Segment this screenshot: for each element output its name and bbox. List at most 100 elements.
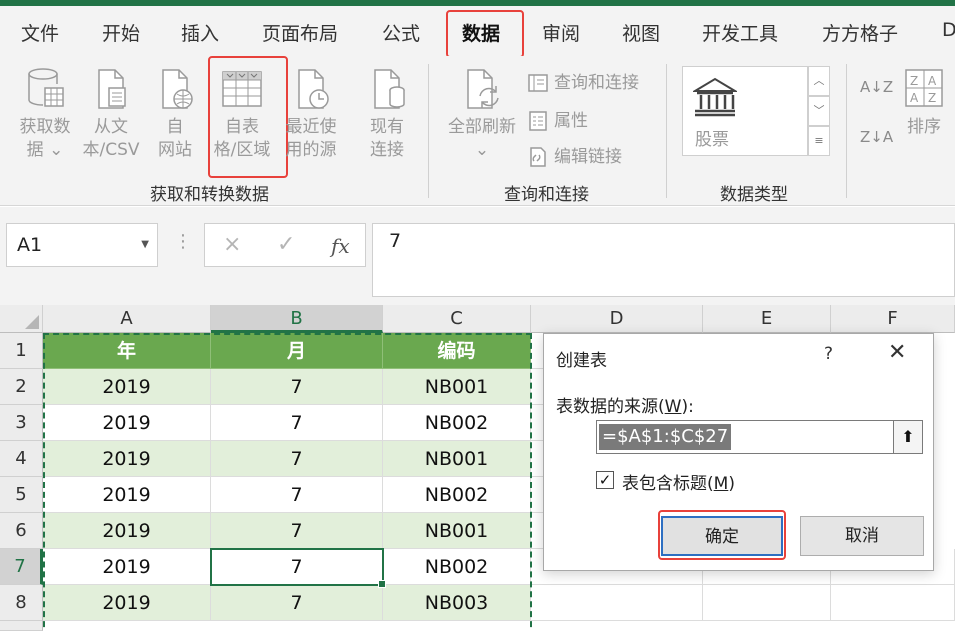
edit-links-button[interactable]: 编辑链接 — [528, 142, 622, 167]
from-web-label-1: 自 — [166, 117, 184, 137]
cell-c3[interactable]: NB002 — [383, 405, 531, 441]
column-header-f[interactable]: F — [831, 305, 955, 333]
cell-a3[interactable]: 2019 — [43, 405, 211, 441]
row-header-6[interactable]: 6 — [0, 513, 43, 549]
cell-b6[interactable]: 7 — [211, 513, 383, 549]
cell-c4[interactable]: NB001 — [383, 441, 531, 477]
tab-home[interactable]: 开始 — [102, 19, 140, 46]
cancel-formula-icon[interactable]: × — [223, 232, 241, 257]
cell-b7[interactable]: 7 — [211, 549, 383, 585]
get-data-button[interactable]: 获取数 据 ⌄ — [12, 66, 78, 162]
tab-page-layout[interactable]: 页面布局 — [262, 19, 338, 46]
cell-c1[interactable]: 编码 — [383, 333, 531, 369]
enter-formula-icon[interactable]: ✓ — [277, 232, 295, 257]
cell-b2[interactable]: 7 — [211, 369, 383, 405]
tab-view[interactable]: 视图 — [622, 19, 660, 46]
tab-insert[interactable]: 插入 — [181, 19, 219, 46]
column-header-d[interactable]: D — [531, 305, 703, 333]
name-box-dropdown-icon[interactable]: ▼ — [141, 224, 149, 266]
cell-a4[interactable]: 2019 — [43, 441, 211, 477]
has-headers-accesskey: M — [713, 474, 729, 494]
tab-formulas[interactable]: 公式 — [382, 19, 420, 46]
cell-a6[interactable]: 2019 — [43, 513, 211, 549]
column-header-c[interactable]: C — [383, 305, 531, 333]
formula-bar-grip-icon[interactable]: ⋮ — [174, 231, 192, 252]
cell-c8[interactable]: NB003 — [383, 585, 531, 621]
cell-e8[interactable] — [703, 585, 831, 621]
refresh-all-button[interactable]: 全部刷新 ⌄ — [440, 66, 524, 162]
queries-connections-button[interactable]: 查询和连接 — [528, 68, 639, 93]
recent-sources-button[interactable]: 最近使 用的源 — [280, 66, 342, 162]
close-icon[interactable]: ✕ — [888, 340, 906, 365]
data-types-gallery[interactable]: 股票 — [682, 66, 808, 156]
row-header-2[interactable]: 2 — [0, 369, 43, 405]
has-headers-label[interactable]: 表包含标题(M) — [622, 469, 735, 494]
edit-links-icon — [530, 147, 546, 167]
cell-b3[interactable]: 7 — [211, 405, 383, 441]
properties-button[interactable]: 属性 — [528, 106, 588, 131]
from-table-highlight — [208, 56, 288, 178]
tab-fangfang[interactable]: 方方格子 — [822, 19, 898, 46]
tab-overflow[interactable]: D — [942, 19, 955, 41]
cell-b5[interactable]: 7 — [211, 477, 383, 513]
formula-bar: A1 ▼ ⋮ × ✓ fx 7 — [0, 207, 955, 305]
cell-c7[interactable]: NB002 — [383, 549, 531, 585]
row-header-9[interactable] — [0, 621, 43, 631]
cell-b1[interactable]: 月 — [211, 333, 383, 369]
column-header-e[interactable]: E — [703, 305, 831, 333]
cell-b8[interactable]: 7 — [211, 585, 383, 621]
ok-button[interactable]: 确定 — [661, 516, 783, 556]
from-web-button[interactable]: 自 网站 — [144, 66, 206, 162]
collapse-dialog-icon[interactable]: ⬆ — [893, 420, 923, 454]
tab-file[interactable]: 文件 — [21, 19, 59, 46]
properties-label: 属性 — [554, 111, 588, 131]
gallery-down-icon[interactable]: ﹀ — [808, 96, 830, 126]
tab-developer[interactable]: 开发工具 — [702, 19, 778, 46]
cell-c6[interactable]: NB001 — [383, 513, 531, 549]
tab-review[interactable]: 审阅 — [542, 19, 580, 46]
row-header-7[interactable]: 7 — [0, 549, 43, 585]
gallery-scroll[interactable]: ︿ ﹀ ≡ — [808, 66, 830, 156]
sort-za-button[interactable]: Z↓A — [860, 128, 893, 146]
formula-input[interactable]: 7 — [372, 223, 955, 297]
cell-d8[interactable] — [531, 585, 703, 621]
from-text-csv-button[interactable]: 从文 本/CSV — [78, 66, 144, 162]
cell-c2[interactable]: NB001 — [383, 369, 531, 405]
group-label-data-types: 数据类型 — [720, 185, 788, 205]
cell-f8[interactable] — [831, 585, 955, 621]
help-icon[interactable]: ? — [824, 344, 833, 364]
svg-text:Z: Z — [928, 91, 936, 105]
row-header-1[interactable]: 1 — [0, 333, 43, 369]
svg-text:Z: Z — [910, 74, 918, 88]
existing-connections-button[interactable]: 现有 连接 — [356, 66, 418, 162]
source-label-text: 表数据的来源( — [556, 397, 665, 417]
insert-function-icon[interactable]: fx — [331, 234, 350, 258]
sort-button[interactable]: Z A A Z 排序 — [898, 66, 950, 139]
group-separator — [846, 64, 847, 198]
from-web-label-2: 网站 — [158, 140, 192, 160]
cell-a1[interactable]: 年 — [43, 333, 211, 369]
cancel-button[interactable]: 取消 — [800, 516, 924, 556]
column-header-a[interactable]: A — [43, 305, 211, 333]
cell-a5[interactable]: 2019 — [43, 477, 211, 513]
cell-c5[interactable]: NB002 — [383, 477, 531, 513]
row-header-3[interactable]: 3 — [0, 405, 43, 441]
gallery-up-icon[interactable]: ︿ — [808, 66, 830, 96]
cell-a7[interactable]: 2019 — [43, 549, 211, 585]
name-box[interactable]: A1 ▼ — [6, 223, 158, 267]
gallery-more-icon[interactable]: ≡ — [808, 126, 830, 156]
sort-grid-icon: Z A A Z — [905, 69, 943, 107]
row-header-5[interactable]: 5 — [0, 477, 43, 513]
stocks-label: 股票 — [695, 130, 729, 150]
cell-a8[interactable]: 2019 — [43, 585, 211, 621]
has-headers-checkbox[interactable]: ✓ — [596, 471, 614, 489]
range-input[interactable]: =$A$1:$C$27 — [596, 420, 894, 454]
cell-a2[interactable]: 2019 — [43, 369, 211, 405]
sort-az-button[interactable]: A↓Z — [860, 78, 893, 96]
column-header-b[interactable]: B — [211, 305, 383, 333]
select-all-corner[interactable] — [0, 305, 43, 333]
row-header-4[interactable]: 4 — [0, 441, 43, 477]
row-header-8[interactable]: 8 — [0, 585, 43, 621]
cell-b4[interactable]: 7 — [211, 441, 383, 477]
existing-connections-label-1: 现有 — [370, 117, 404, 137]
